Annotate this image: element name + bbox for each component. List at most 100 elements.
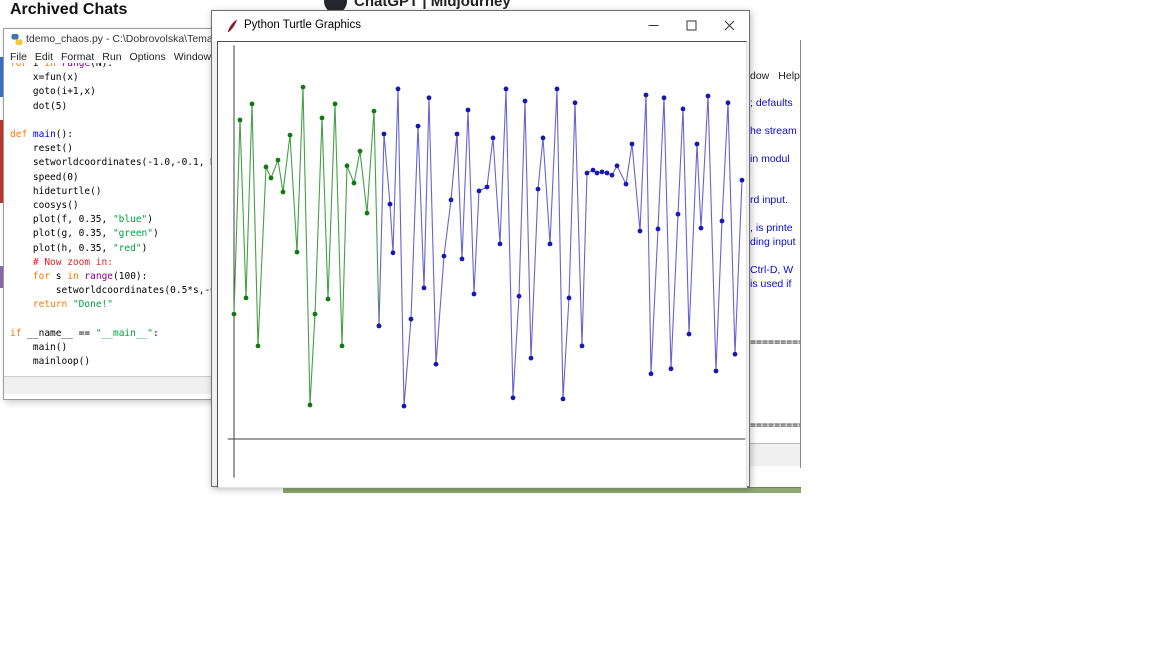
shell-output-line: ; defaults: [750, 97, 793, 109]
desktop: Archived Chats ChatGPT | Midjourney tdem…: [0, 0, 1152, 648]
turtle-titlebar[interactable]: Python Turtle Graphics: [212, 11, 749, 41]
menu-item-run[interactable]: Run: [102, 51, 121, 63]
data-dot: [706, 94, 711, 99]
data-dot: [409, 317, 414, 322]
data-dot: [485, 185, 490, 190]
data-dot: [644, 93, 649, 98]
shell-output-line: in modul: [750, 153, 790, 165]
idle-shell-window[interactable]: dow Help ; defaults he stream in modul rd i…: [748, 40, 801, 468]
code-line: plot(h, 0.35, "red"): [10, 242, 212, 256]
shell-restart-separator: ========================: [750, 420, 800, 431]
data-dot: [422, 286, 427, 291]
data-dot: [580, 344, 585, 349]
shell-output-line: Ctrl-D, W: [750, 264, 793, 276]
data-dot: [365, 211, 370, 216]
data-dot: [541, 136, 546, 141]
data-dot: [276, 158, 281, 163]
data-dot: [472, 292, 477, 297]
idle-editor-window: tdemo_chaos.py - C:\Dobrovolska\Tema1\ F…: [3, 28, 213, 400]
data-dot: [308, 403, 313, 408]
page-heading: Archived Chats: [10, 1, 127, 19]
data-dot: [529, 356, 534, 361]
tk-feather-icon: [226, 19, 238, 33]
menu-item-format[interactable]: Format: [61, 51, 94, 63]
data-dot: [427, 95, 432, 100]
code-line: if __name__ == "__main__":: [10, 327, 212, 341]
data-dot: [504, 87, 509, 92]
data-dot: [345, 163, 350, 168]
code-line: mainloop(): [10, 355, 212, 369]
data-dot: [372, 109, 377, 114]
shell-output-line: rd input.: [750, 194, 788, 206]
maximize-icon: [686, 20, 697, 31]
maximize-button[interactable]: [674, 11, 708, 40]
data-dot: [333, 102, 338, 107]
shell-output-line: , is printe: [750, 222, 793, 234]
chaos-plot: [218, 42, 746, 487]
code-line: return "Done!": [10, 298, 212, 312]
data-dot: [610, 173, 615, 178]
data-dot: [269, 176, 274, 181]
code-line: # Now zoom in:: [10, 256, 212, 270]
data-dot: [264, 165, 269, 170]
data-dot: [466, 108, 471, 113]
data-dot: [595, 171, 600, 176]
shell-menubar: dow Help: [750, 70, 800, 82]
menu-item-help[interactable]: Help: [778, 70, 800, 82]
turtle-window-title: Python Turtle Graphics: [244, 19, 361, 31]
data-dot: [561, 397, 566, 402]
code-line: [10, 313, 212, 327]
idle-code-editor[interactable]: for i in range(N): x=fun(x) goto(i+1,x) …: [4, 63, 212, 376]
menu-item-edit[interactable]: Edit: [35, 51, 53, 63]
idle-titlebar[interactable]: tdemo_chaos.py - C:\Dobrovolska\Tema1\: [4, 29, 212, 49]
data-dot: [630, 142, 635, 147]
code-line: [10, 114, 212, 128]
menu-item-window[interactable]: Window: [174, 51, 211, 63]
data-dot: [295, 250, 300, 255]
data-dot: [656, 227, 661, 232]
data-dot: [460, 257, 465, 262]
shell-output-line: ding input: [750, 236, 796, 248]
close-button[interactable]: [712, 11, 746, 40]
data-dot: [455, 132, 460, 137]
idle-statusbar: [4, 376, 212, 394]
code-line: for i in range(N):: [10, 63, 212, 71]
data-dot: [511, 395, 516, 400]
menu-item-file[interactable]: File: [10, 51, 27, 63]
data-dot: [681, 107, 686, 112]
data-dot: [649, 371, 654, 376]
data-dot: [301, 85, 306, 90]
data-dot: [638, 229, 643, 234]
data-dot: [573, 100, 578, 105]
menu-item-options[interactable]: Options: [130, 51, 166, 63]
data-dot: [536, 187, 541, 192]
data-dot: [281, 190, 286, 195]
shell-restart-separator: ========================: [750, 337, 800, 348]
data-dot: [714, 369, 719, 374]
data-dot: [567, 296, 572, 301]
data-dot: [662, 95, 667, 100]
browser-tab-heading: ChatGPT | Midjourney: [354, 0, 511, 10]
data-dot: [244, 296, 249, 301]
data-dot: [382, 132, 387, 137]
data-dot: [449, 198, 454, 203]
data-dot: [377, 324, 382, 329]
series-line-f: [379, 89, 742, 406]
series-line-g: [234, 87, 379, 405]
data-dot: [687, 332, 692, 337]
menu-item-dow[interactable]: dow: [750, 70, 769, 82]
code-line: hideturtle(): [10, 185, 212, 199]
code-line: for s in range(100):: [10, 270, 212, 284]
close-icon: [724, 20, 735, 31]
shell-output-line: he stream: [750, 125, 797, 137]
data-dot: [250, 102, 255, 107]
data-dot: [699, 226, 704, 231]
data-dot: [402, 404, 407, 409]
data-dot: [313, 312, 318, 317]
minimize-button[interactable]: [636, 11, 670, 40]
code-line: dot(5): [10, 100, 212, 114]
minimize-icon: [648, 20, 659, 31]
data-dot: [434, 362, 439, 367]
turtle-canvas: [217, 41, 747, 488]
data-dot: [720, 219, 725, 224]
